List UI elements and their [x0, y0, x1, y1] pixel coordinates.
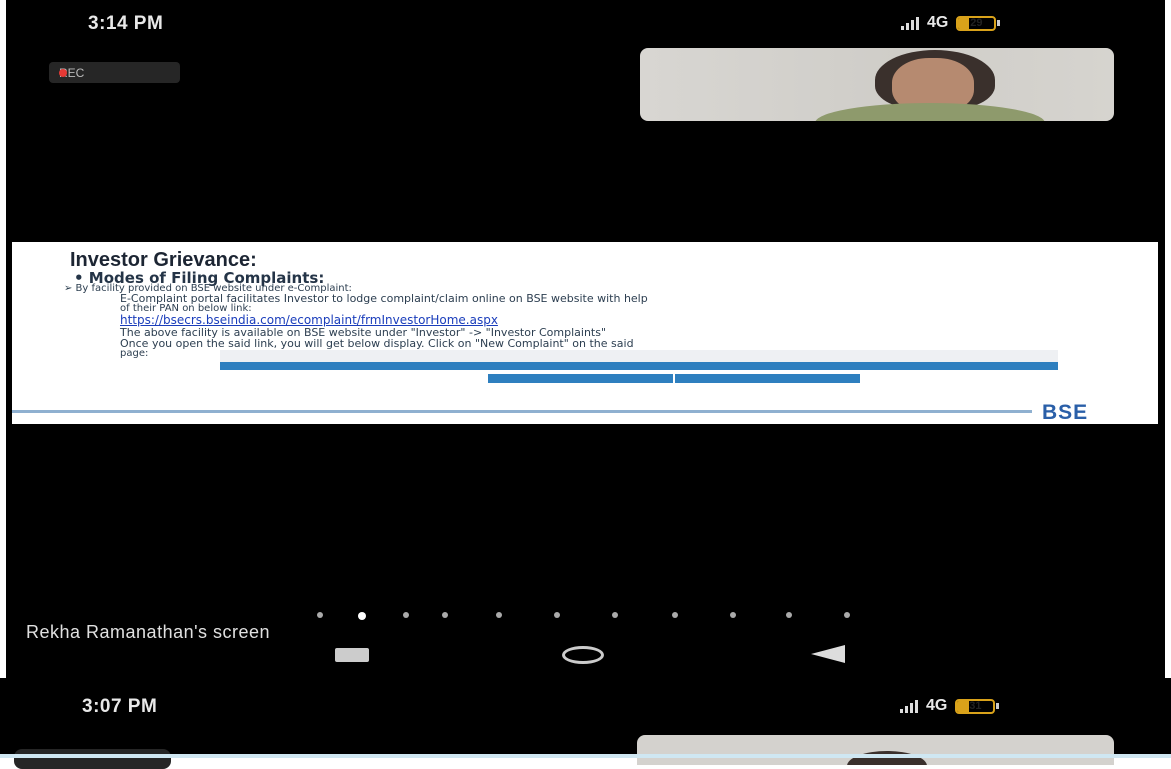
battery-level: 31: [969, 699, 982, 712]
battery-level: 29: [970, 16, 983, 29]
shared-slide: Investor Grievance: • Modes of Filing Co…: [12, 242, 1158, 424]
bottom-edge-strip: [0, 754, 1171, 758]
signal-icon: [900, 699, 918, 713]
slide-link[interactable]: https://bsecrs.bseindia.com/ecomplaint/f…: [120, 313, 498, 327]
participant-video-tile[interactable]: [640, 48, 1114, 121]
status-icons: 4G 29: [901, 14, 1001, 32]
page-dot[interactable]: [554, 612, 560, 618]
record-dot-icon: [59, 68, 67, 77]
page-dot[interactable]: [496, 612, 502, 618]
page-dot[interactable]: [442, 612, 448, 618]
recording-badge: REC: [49, 62, 180, 83]
network-type: 4G: [926, 697, 948, 714]
page-dot[interactable]: [403, 612, 409, 618]
page-dot[interactable]: [730, 612, 736, 618]
screenshot-top: 3:14 PM 4G 29 REC Investor Grievance: • …: [6, 0, 1165, 678]
status-time: 3:07 PM: [82, 696, 158, 717]
page-dot[interactable]: [612, 612, 618, 618]
slide-body-line-4: Once you open the said link, you will ge…: [120, 337, 634, 350]
signal-icon: [901, 16, 919, 30]
page-dot[interactable]: [317, 612, 323, 618]
embedded-complaint-tracker-button: [675, 374, 860, 383]
participant-video-tile-partial[interactable]: [637, 735, 1114, 765]
page-dot[interactable]: [786, 612, 792, 618]
screen-share-caption: Rekha Ramanathan's screen: [26, 622, 271, 642]
page-dot[interactable]: [844, 612, 850, 618]
recording-badge-partial: [14, 749, 171, 769]
bse-logo: BSE: [1042, 401, 1089, 424]
recent-apps-button[interactable]: [335, 648, 369, 662]
slide-body-line-5: page:: [120, 348, 149, 359]
page-dot-active[interactable]: [358, 612, 366, 620]
embedded-new-complaint-button: [488, 374, 673, 383]
embedded-portal-header-bar: [220, 362, 1058, 370]
battery-icon: 29: [956, 15, 1001, 31]
battery-icon: 31: [955, 698, 1000, 714]
home-button[interactable]: [562, 646, 604, 664]
page-dot[interactable]: [672, 612, 678, 618]
back-button[interactable]: [811, 645, 845, 663]
network-type: 4G: [927, 14, 949, 31]
status-time: 3:14 PM: [88, 13, 164, 34]
status-icons: 4G 31: [900, 697, 1000, 715]
slide-footer-rule: [12, 410, 1032, 413]
